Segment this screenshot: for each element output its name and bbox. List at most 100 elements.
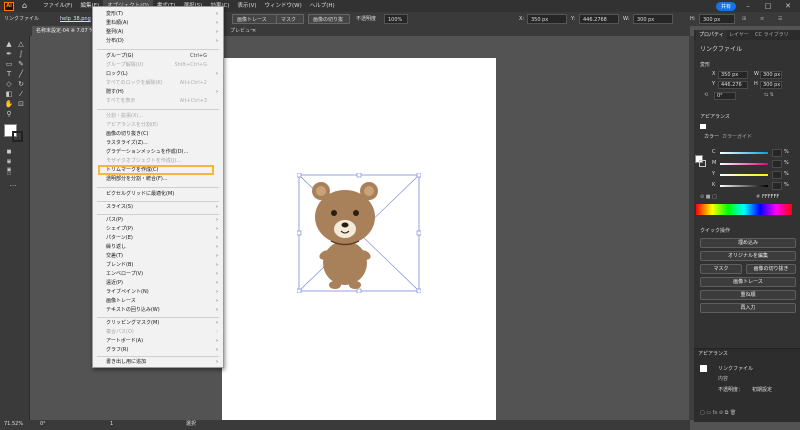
stroke-swatch[interactable]: [12, 131, 23, 142]
x-input[interactable]: 350 px: [718, 71, 748, 79]
menu-item-path[interactable]: パス(P) ›: [93, 216, 223, 225]
w-input[interactable]: 300 px: [760, 71, 782, 79]
menu-item-pattern[interactable]: パターン(E) ›: [93, 234, 223, 243]
menu-item-crop-image[interactable]: 画像の切り抜き(C): [93, 130, 223, 139]
resize-handle[interactable]: [297, 230, 302, 236]
tab-document[interactable]: 名称未設定-04 ※ 7.07 %: [32, 26, 99, 36]
transform-icon[interactable]: ⊞: [742, 14, 746, 24]
zoom-level[interactable]: 71.52%: [4, 421, 23, 428]
hex-value[interactable]: FFFFFF: [762, 194, 779, 201]
magenta-input[interactable]: [772, 160, 782, 168]
menu-item-arrange[interactable]: 重ね順(A) ›: [93, 19, 223, 28]
type-tool-icon[interactable]: T: [4, 70, 14, 79]
menu-item-expand-appearance[interactable]: アピアランスを分割(E): [93, 121, 223, 130]
y-field[interactable]: 446.2768: [579, 14, 619, 24]
home-icon[interactable]: ⌂: [22, 2, 31, 10]
close-icon[interactable]: ✕: [780, 2, 796, 10]
yellow-slider[interactable]: [720, 174, 768, 176]
menu-item-live-paint[interactable]: ライブペイント(N) ›: [93, 288, 223, 297]
resize-handle[interactable]: [416, 230, 421, 236]
menu-view[interactable]: 表示(V): [233, 0, 260, 12]
color-stroke-swatch[interactable]: [699, 160, 706, 167]
mask-button[interactable]: マスク: [276, 14, 304, 24]
menu-item-blend[interactable]: ブレンド(B) ›: [93, 261, 223, 270]
gradient-tool-icon[interactable]: ◧: [4, 90, 14, 99]
linked-filename[interactable]: help_38.png: [60, 14, 91, 24]
tab-properties[interactable]: プロパティ: [696, 30, 727, 40]
draw-mode-icon[interactable]: ◉: [4, 158, 14, 167]
none-swatch-icon[interactable]: ⊘ ■ □: [700, 194, 717, 201]
mask-panel-button[interactable]: マスク: [700, 264, 742, 274]
placed-image[interactable]: [297, 173, 421, 293]
angle-input[interactable]: 0°: [714, 92, 736, 100]
resize-handle[interactable]: [297, 173, 302, 178]
menu-item-distribute[interactable]: 分布(D) ›: [93, 37, 223, 46]
image-trace-panel-button[interactable]: 画像トレース: [700, 277, 796, 287]
menu-item-clipping-mask[interactable]: クリッピングマスク(M) ›: [93, 319, 223, 328]
reenter-button[interactable]: 再入力: [700, 303, 796, 313]
resize-handle[interactable]: [356, 173, 362, 178]
menu-item-repeat[interactable]: 繰り返し ›: [93, 243, 223, 252]
menu-help[interactable]: ヘルプ(H): [306, 0, 339, 12]
x-field[interactable]: 350 px: [527, 14, 567, 24]
h-input[interactable]: 300 px: [760, 81, 782, 89]
artboard-tool-icon[interactable]: ⊡: [16, 100, 26, 109]
menu-item-artboards[interactable]: アートボード(A) ›: [93, 337, 223, 346]
tab-layers[interactable]: レイヤー: [726, 30, 752, 40]
rotate-tool-icon[interactable]: ↻: [16, 80, 26, 89]
cyan-slider[interactable]: [720, 152, 768, 154]
curvature-tool-icon[interactable]: ∫: [16, 50, 26, 59]
tab-close-icon[interactable]: ×: [248, 26, 260, 36]
edit-original-button[interactable]: オリジナルを編集: [700, 251, 796, 261]
resize-handle[interactable]: [416, 288, 421, 293]
artboard-number[interactable]: 1: [110, 421, 113, 428]
menu-item-slice[interactable]: スライス(S) ›: [93, 203, 223, 212]
image-trace-dropdown[interactable]: 画像トレース: [232, 14, 280, 24]
menu-item-group[interactable]: グループ(G) Ctrl+G: [93, 52, 223, 61]
menu-item-ungroup[interactable]: グループ解除(U) Shift+Ctrl+G: [93, 61, 223, 70]
menu-item-perspective[interactable]: 遠近(P) ›: [93, 279, 223, 288]
menu-item-pixel-perfect[interactable]: ピクセルグリッドに最適化(M): [93, 190, 223, 199]
arrange-button[interactable]: 重ね順: [700, 290, 796, 300]
menu-item-unlock-all[interactable]: すべてのロックを解除(K) Alt+Ctrl+2: [93, 79, 223, 88]
crop-image-button[interactable]: 画像の切り抜き: [308, 14, 350, 33]
w-field[interactable]: 300 px: [633, 14, 673, 24]
menu-file[interactable]: ファイル(F): [39, 0, 76, 12]
h-field[interactable]: 300 px: [699, 14, 735, 24]
menu-item-expand[interactable]: 分割・拡張(X)...: [93, 112, 223, 121]
menu-item-shape[interactable]: シェイプ(P) ›: [93, 225, 223, 234]
color-mode-icon[interactable]: ■ ◻ ▣: [4, 148, 14, 173]
menu-item-flatten-transparency[interactable]: 透明部分を分割・統合(F)...: [93, 175, 223, 184]
more-tools-icon[interactable]: ···: [8, 182, 18, 191]
hand-tool-icon[interactable]: ✋: [4, 100, 14, 109]
menu-item-text-wrap[interactable]: テキストの回り込み(W) ›: [93, 306, 223, 315]
menu-item-image-trace[interactable]: 画像トレース ›: [93, 297, 223, 306]
crop-image-panel-button[interactable]: 画像の切り抜き: [746, 264, 796, 274]
align-icon[interactable]: ≡: [760, 14, 764, 24]
menu-item-align[interactable]: 整列(A) ›: [93, 28, 223, 37]
opacity-field[interactable]: 100%: [384, 14, 408, 24]
magenta-slider[interactable]: [720, 163, 768, 165]
selection-tool-icon[interactable]: ▲: [4, 40, 14, 49]
menu-item-hide[interactable]: 隠す(H) ›: [93, 88, 223, 97]
menu-item-graph[interactable]: グラフ(R) ›: [93, 346, 223, 355]
minimize-icon[interactable]: –: [740, 2, 756, 10]
menu-item-envelope[interactable]: エンベロープ(V) ›: [93, 270, 223, 279]
eraser-tool-icon[interactable]: ◇: [4, 80, 14, 89]
color-guide-tab[interactable]: カラーガイド: [722, 134, 752, 141]
menu-item-lock[interactable]: ロック(L) ›: [93, 70, 223, 79]
share-button[interactable]: 共有: [715, 1, 736, 11]
screen-mode-icon[interactable]: ▭: [4, 170, 14, 179]
color-tab[interactable]: カラー: [704, 134, 719, 141]
y-input[interactable]: 446.276: [718, 81, 748, 89]
tab-cc-libraries[interactable]: CC ライブラリ: [752, 30, 792, 40]
line-tool-icon[interactable]: ╱: [16, 70, 26, 79]
menu-window[interactable]: ウィンドウ(W): [261, 0, 306, 12]
menu-item-compound-path[interactable]: 複合パス(O) ›: [93, 328, 223, 337]
yellow-input[interactable]: [772, 171, 782, 179]
color-spectrum[interactable]: [696, 204, 792, 215]
pen-tool-icon[interactable]: ✒: [4, 50, 14, 59]
rectangle-tool-icon[interactable]: ▭: [4, 60, 14, 69]
black-slider[interactable]: [720, 185, 768, 187]
direct-selection-tool-icon[interactable]: △: [16, 40, 26, 49]
